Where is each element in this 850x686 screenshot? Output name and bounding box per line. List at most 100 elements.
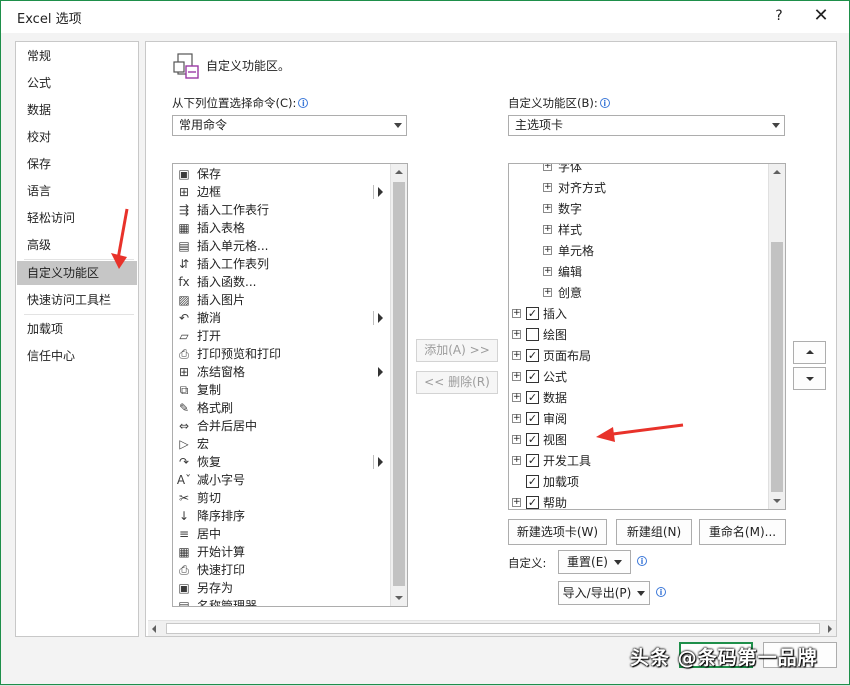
list-item[interactable]: ▦ 开始计算 <box>173 543 388 561</box>
choose-commands-dropdown[interactable]: 常用命令 <box>172 115 407 136</box>
nav-item-general[interactable]: 常规 <box>17 44 137 68</box>
list-item[interactable]: ▦ 插入表格 <box>173 219 388 237</box>
tree-item[interactable]: + ✓ 帮助 <box>509 494 769 509</box>
list-item[interactable]: ▣ 保存 <box>173 165 388 183</box>
tree-item[interactable]: + 编辑 <box>509 263 769 281</box>
list-item[interactable]: ⇔ 合并后居中 <box>173 417 388 435</box>
nav-item-advanced[interactable]: 高级 <box>17 233 137 257</box>
list-item[interactable]: ⊞ 冻结窗格 <box>173 363 388 381</box>
list-item[interactable]: ⇶ 插入工作表行 <box>173 201 388 219</box>
tree-item[interactable]: ✓ 加载项 <box>509 473 769 491</box>
tree-item[interactable]: + 单元格 <box>509 242 769 260</box>
expand-icon[interactable]: + <box>543 164 552 171</box>
tab-checkbox[interactable]: ✓ <box>526 454 539 467</box>
scroll-up-button[interactable] <box>769 164 785 180</box>
scroll-down-button[interactable] <box>391 590 407 606</box>
new-group-button[interactable]: 新建组(N) <box>616 519 692 545</box>
list-item[interactable]: ⎙ 打印预览和打印 <box>173 345 388 363</box>
list-item[interactable]: ▨ 插入图片 <box>173 291 388 309</box>
tab-checkbox[interactable]: ✓ <box>526 370 539 383</box>
tree-item[interactable]: + 创意 <box>509 284 769 302</box>
move-up-button[interactable] <box>793 341 826 364</box>
list-item[interactable]: ▣ 另存为 <box>173 579 388 597</box>
ribbon-tabs-tree[interactable]: + 字体 + 对齐方式 + 数字 + 样式 + 单元格 + 编辑 + 创意 + ✓ 插入 + 绘图 + ✓ 页面布局 + ✓ 公… <box>508 163 786 510</box>
scroll-thumb[interactable] <box>393 182 405 586</box>
tree-item[interactable]: + ✓ 审阅 <box>509 410 769 428</box>
list-item[interactable]: ▷ 宏 <box>173 435 388 453</box>
new-tab-button[interactable]: 新建选项卡(W) <box>508 519 607 545</box>
expand-icon[interactable]: + <box>512 498 521 507</box>
tab-checkbox[interactable]: ✓ <box>526 349 539 362</box>
nav-item-accessibility[interactable]: 轻松访问 <box>17 206 137 230</box>
expand-icon[interactable]: + <box>543 225 552 234</box>
nav-item-add-ins[interactable]: 加载项 <box>17 317 137 341</box>
tab-checkbox[interactable]: ✓ <box>526 412 539 425</box>
nav-item-data[interactable]: 数据 <box>17 98 137 122</box>
scroll-down-button[interactable] <box>769 493 785 509</box>
tree-item[interactable]: + 字体 <box>509 164 769 176</box>
scroll-up-button[interactable] <box>391 164 407 180</box>
tab-checkbox[interactable]: ✓ <box>526 475 539 488</box>
expand-icon[interactable]: + <box>512 351 521 360</box>
list-item[interactable]: ▱ 打开 <box>173 327 388 345</box>
nav-item-proofing[interactable]: 校对 <box>17 125 137 149</box>
list-item[interactable]: ⇵ 插入工作表列 <box>173 255 388 273</box>
nav-item-trust-center[interactable]: 信任中心 <box>17 344 137 368</box>
list-item[interactable]: Aˇ 减小字号 <box>173 471 388 489</box>
expand-icon[interactable]: + <box>512 414 521 423</box>
expand-icon[interactable]: + <box>543 246 552 255</box>
commands-list[interactable]: ▣ 保存 ⊞ 边框 ⇶ 插入工作表行 ▦ 插入表格 ▤ 插入单元格... ⇵ 插入工作表列 fx 插入函数… <box>172 163 408 607</box>
tab-checkbox[interactable]: ✓ <box>526 391 539 404</box>
nav-item-save[interactable]: 保存 <box>17 152 137 176</box>
tree-item[interactable]: + ✓ 数据 <box>509 389 769 407</box>
expand-icon[interactable]: + <box>512 456 521 465</box>
tree-item[interactable]: + ✓ 开发工具 <box>509 452 769 470</box>
tree-item[interactable]: + 对齐方式 <box>509 179 769 197</box>
expand-icon[interactable]: + <box>512 435 521 444</box>
customize-ribbon-dropdown[interactable]: 主选项卡 <box>508 115 785 136</box>
list-item[interactable]: fx 插入函数... <box>173 273 388 291</box>
list-item[interactable]: ↶ 撤消 <box>173 309 388 327</box>
ribbon-tree-scrollbar[interactable] <box>768 164 785 509</box>
tab-checkbox[interactable] <box>526 328 539 341</box>
nav-item-customize-ribbon[interactable]: 自定义功能区 <box>17 261 137 285</box>
tab-checkbox[interactable]: ✓ <box>526 307 539 320</box>
nav-item-formulas[interactable]: 公式 <box>17 71 137 95</box>
tree-item[interactable]: + ✓ 公式 <box>509 368 769 386</box>
tree-item[interactable]: + 数字 <box>509 200 769 218</box>
expand-icon[interactable]: + <box>512 330 521 339</box>
move-down-button[interactable] <box>793 367 826 390</box>
expand-icon[interactable]: + <box>543 267 552 276</box>
list-item[interactable]: ≡ 居中 <box>173 525 388 543</box>
nav-item-language[interactable]: 语言 <box>17 179 137 203</box>
scroll-thumb[interactable] <box>771 242 783 492</box>
expand-icon[interactable]: + <box>512 309 521 318</box>
list-item[interactable]: ✎ 格式刷 <box>173 399 388 417</box>
tree-item[interactable]: + 样式 <box>509 221 769 239</box>
list-item[interactable]: ⎙ 快速打印 <box>173 561 388 579</box>
tree-item[interactable]: + ✓ 插入 <box>509 305 769 323</box>
rename-button[interactable]: 重命名(M)... <box>699 519 786 545</box>
remove-button[interactable]: << 删除(R) <box>416 371 498 394</box>
list-item[interactable]: ⧉ 复制 <box>173 381 388 399</box>
nav-item-quick-access-toolbar[interactable]: 快速访问工具栏 <box>17 288 137 312</box>
list-item[interactable]: ▤ 插入单元格... <box>173 237 388 255</box>
tree-item[interactable]: + 绘图 <box>509 326 769 344</box>
list-item[interactable]: ⊞ 边框 <box>173 183 388 201</box>
expand-icon[interactable]: + <box>543 288 552 297</box>
expand-icon[interactable]: + <box>512 393 521 402</box>
expand-icon[interactable]: + <box>512 372 521 381</box>
expand-icon[interactable]: + <box>543 204 552 213</box>
scroll-thumb[interactable] <box>166 623 820 634</box>
tree-item[interactable]: + ✓ 视图 <box>509 431 769 449</box>
list-item[interactable]: ↷ 恢复 <box>173 453 388 471</box>
expand-icon[interactable]: + <box>543 183 552 192</box>
list-item[interactable]: ✂ 剪切 <box>173 489 388 507</box>
tree-item[interactable]: + ✓ 页面布局 <box>509 347 769 365</box>
list-item[interactable]: ▤ 名称管理器 <box>173 597 388 606</box>
close-button[interactable]: ✕ <box>807 3 835 29</box>
help-button[interactable]: ? <box>769 5 789 27</box>
import-export-dropdown[interactable]: 导入/导出(P) <box>558 581 650 605</box>
tab-checkbox[interactable]: ✓ <box>526 496 539 509</box>
tab-checkbox[interactable]: ✓ <box>526 433 539 446</box>
